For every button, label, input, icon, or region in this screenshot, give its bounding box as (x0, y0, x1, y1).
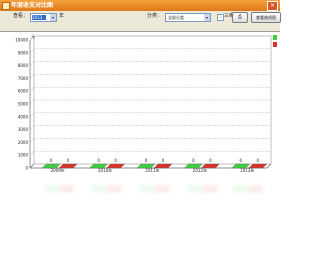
chevron-down-icon[interactable]: ▾ (204, 14, 210, 21)
grid-line-diag (29, 87, 35, 92)
y-tick-label: 0 (25, 166, 28, 171)
y-tick-label: 6000 (18, 89, 29, 94)
data-label: 0 (257, 158, 260, 163)
reflection-bar (92, 186, 106, 192)
reflection-bar (45, 186, 59, 192)
year-value: 2013 (32, 15, 46, 20)
legend-swatch-income (273, 35, 277, 40)
bar-chart: 1000090008000700060005000400030002000100… (15, 34, 277, 172)
y-tick-label: 3000 (18, 127, 29, 132)
app-icon (2, 2, 10, 10)
close-button[interactable]: × (267, 1, 278, 11)
chart-panel: 10000 9000 8000 7000 6000 5000 4000 3000 2000 100… (0, 31, 280, 172)
data-label: 0 (209, 158, 212, 163)
y-tick-label: 1000 (18, 153, 29, 158)
app-window: 年度收支对比图 × 查看： 2013 ▾ 年 分类： 全部分类 ▾ ✓ 三维图形… (0, 0, 281, 172)
year-label: 查看： (13, 13, 29, 19)
reflection-bar (60, 186, 74, 192)
window-title: 年度收支对比图 (11, 2, 54, 9)
reflection-bar (107, 186, 121, 192)
grid-line-diag (29, 74, 35, 79)
category-label: 分类： (147, 13, 163, 19)
category-select[interactable]: 全部分类 ▾ (165, 13, 211, 22)
grid-line-diag (29, 138, 35, 143)
y-tick-label: 7000 (18, 76, 29, 81)
data-label: 0 (240, 158, 243, 163)
window-reflection (0, 172, 280, 270)
year-select[interactable]: 2013 ▾ (30, 13, 57, 22)
grid-line-diag (29, 125, 35, 130)
y-tick-label: 9000 (18, 50, 29, 55)
title-bar[interactable]: 年度收支对比图 × (0, 0, 280, 11)
reflection-bar (234, 186, 248, 192)
data-label: 0 (145, 158, 148, 163)
grid-line-diag (29, 99, 35, 105)
reflection-bar (188, 186, 202, 192)
grid-line-diag (29, 112, 35, 117)
data-label: 0 (162, 158, 165, 163)
year-unit-label: 年 (59, 13, 65, 19)
data-label: 0 (67, 158, 70, 163)
reflection-bar (155, 186, 169, 192)
x-axis-diag (266, 163, 272, 169)
reflection-bar (140, 186, 154, 192)
reflection-bar (203, 186, 217, 192)
floor-diag (29, 163, 35, 169)
chevron-down-icon[interactable]: ▾ (50, 14, 56, 21)
3d-checkbox[interactable]: ✓ (217, 14, 224, 21)
y-tick-label: 10000 (15, 38, 28, 43)
grid-line-diag (29, 61, 35, 66)
data-label: 0 (50, 158, 53, 163)
grid-line-diag (29, 48, 35, 53)
y-tick-label: 5000 (18, 102, 29, 107)
y-axis-label: 元 (31, 34, 35, 39)
data-label: 0 (192, 158, 195, 163)
y-tick-label: 8000 (18, 63, 29, 68)
category-value: 全部分类 (168, 15, 184, 20)
print-button[interactable]: ⎙ (232, 12, 248, 23)
legend-swatch-expense (273, 42, 277, 47)
printer-icon: ⎙ (237, 14, 242, 20)
view-curve-button[interactable]: 查看曲线图 (251, 12, 281, 23)
grid-line-diag (29, 151, 35, 156)
y-tick-label: 4000 (18, 114, 29, 119)
y-tick-label: 2000 (18, 140, 29, 145)
reflection-bar (249, 186, 263, 192)
